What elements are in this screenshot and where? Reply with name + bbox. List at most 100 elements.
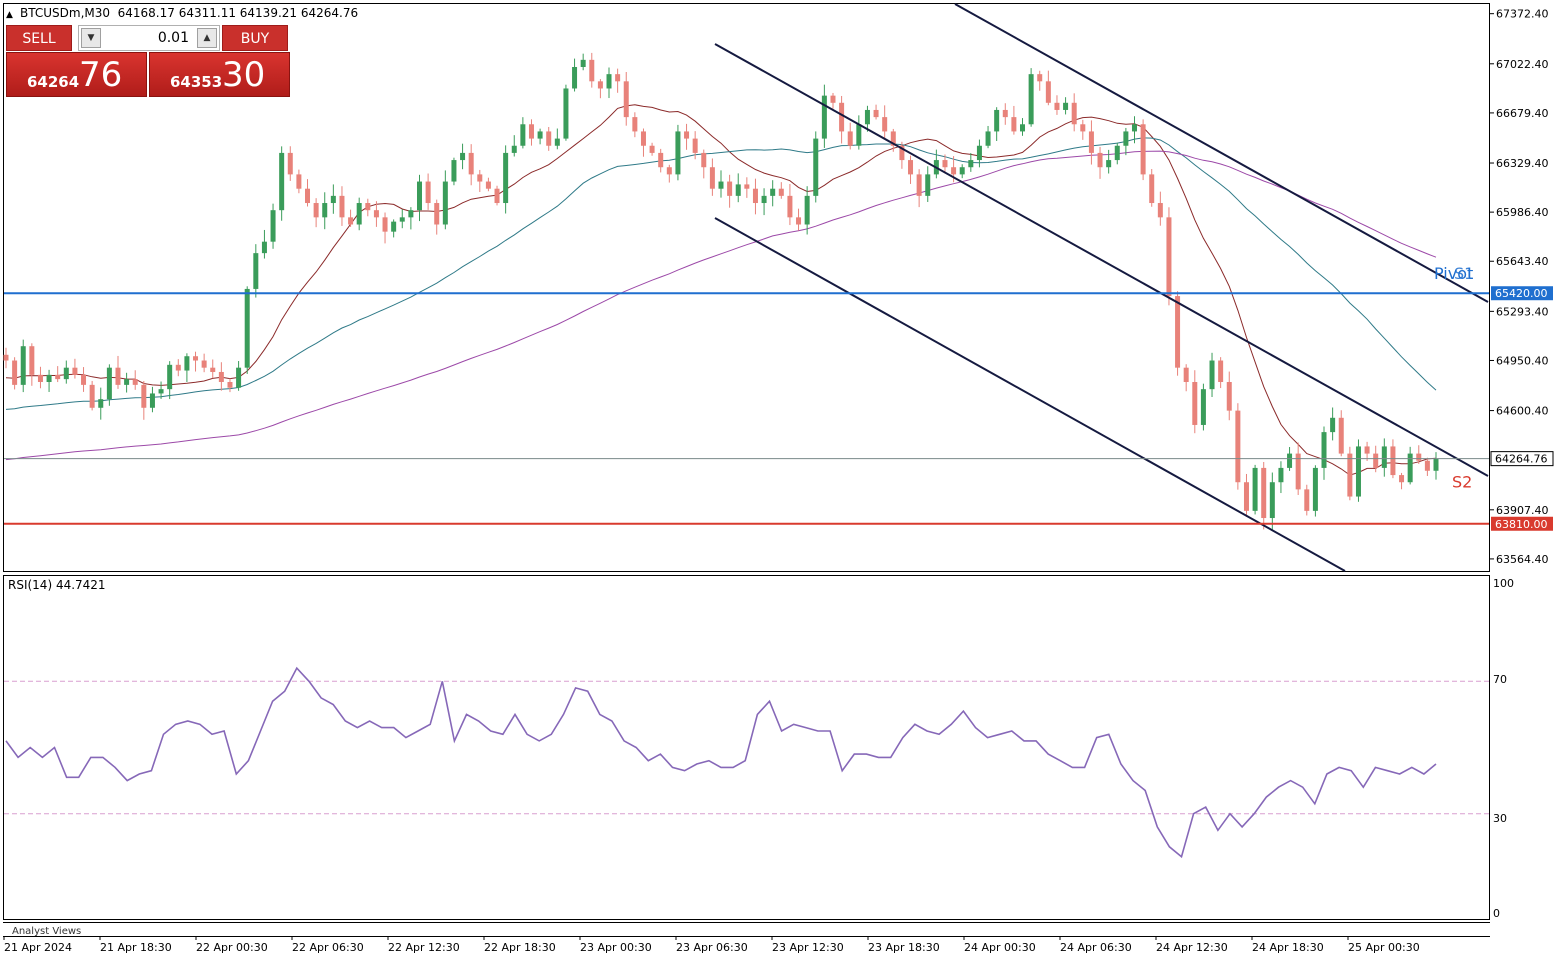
candle-bull [1381,446,1387,468]
candle-bull [124,379,130,385]
price-tick-label: 66329.40 [1496,157,1549,170]
candle-bear [597,81,603,89]
candle-bear [1054,102,1060,110]
candle-bull [735,184,741,196]
time-tick-label: 23 Apr 12:30 [772,941,844,954]
candle-bull [149,393,155,408]
candle-bear [175,364,181,371]
candle-bull [985,131,991,146]
candle-bear [434,203,440,225]
candle-bull [279,152,285,211]
sell-price-button[interactable]: 64264 76 [6,52,147,97]
candle-bull [864,109,870,125]
candle-bear [72,367,78,375]
time-tick-label: 22 Apr 18:30 [484,941,556,954]
chart-area: PivotS1S2 67372.4067022.4066679.4066329.… [3,3,1554,954]
rsi-level-70: 70 [1493,673,1507,686]
symbol-header: BTCUSDm,M30 64168.17 64311.11 64139.21 6… [20,6,358,20]
pivot-price-label: 65420.00 [1495,287,1548,300]
s1-tag: S1 [1454,264,1474,283]
candle-bear [752,188,758,204]
candle-bull [1269,482,1275,519]
candle-bull [184,356,190,371]
candle-bear [1364,446,1370,454]
candle-bear [1080,124,1086,132]
candle-bear [709,167,715,189]
volume-input[interactable] [105,28,193,48]
candle-bull [322,203,328,218]
candle-bear [1416,453,1422,461]
candle-bull [167,364,173,390]
candle-bear [485,181,491,189]
candle-bear [210,367,216,372]
candle-bear [666,167,672,175]
candle-bear [847,131,853,146]
candle-bear [132,379,138,385]
candle-bear [201,360,207,368]
candle-bull [968,160,974,168]
candle-bear [81,374,87,385]
volume-increase-icon[interactable]: ▲ [197,28,217,48]
price-tick-label: 63907.40 [1496,504,1549,517]
candle-bear [649,145,655,153]
candle-bear [744,184,750,189]
candle-bull [46,374,52,382]
candle-bear [1243,482,1249,511]
candle-bear [701,152,707,168]
candle-bear [951,167,957,175]
candle-bear [796,217,802,225]
candle-bear [1235,410,1241,483]
candle-bear [692,138,698,153]
candle-bear [1002,109,1008,118]
candle-bull [106,367,112,400]
s2-tag: S2 [1452,473,1472,492]
candle-bear [1175,296,1181,368]
candle-bull [1063,102,1069,110]
time-tick-label: 22 Apr 06:30 [292,941,364,954]
candle-bull [1028,74,1034,125]
buy-price-button[interactable]: 64353 30 [149,52,290,97]
candle-bull [1252,467,1258,511]
buy-price-small: 64353 [170,73,223,91]
candle-bull [253,253,259,289]
candle-bear [658,152,664,168]
candle-bull [270,210,276,242]
time-tick-label: 24 Apr 06:30 [1060,941,1132,954]
time-tick-label: 25 Apr 00:30 [1348,941,1420,954]
candle-bear [468,152,474,175]
candle-bear [1037,74,1043,82]
buy-button[interactable]: BUY [222,25,288,51]
candle-bull [770,188,776,196]
current-price-label: 64264.76 [1495,453,1548,466]
candle-bear [89,384,95,408]
candle-bull [606,74,612,89]
candle-bull [416,181,422,211]
candle-bear [1097,152,1103,168]
candle-bull [236,367,242,388]
sell-button[interactable]: SELL [6,25,72,51]
rsi-panel-frame [3,575,1490,920]
candle-bear [528,124,534,139]
candle-bear [382,217,388,232]
one-click-trading-panel: SELL ▼ ▲ BUY 64264 76 64353 30 [6,25,290,97]
candle-bear [632,117,638,132]
volume-decrease-icon[interactable]: ▼ [81,28,101,48]
candle-bear [425,181,431,204]
candle-bull [1106,160,1112,168]
candle-bull [1123,131,1129,146]
candle-bear [296,174,302,189]
candle-bull [718,181,724,189]
candle-bear [684,131,690,139]
candle-bull [1355,446,1361,497]
candle-bull [98,399,104,408]
time-tick-label: 24 Apr 18:30 [1252,941,1324,954]
candle-bear [1261,467,1267,519]
price-tick-label: 64600.40 [1496,405,1549,418]
candle-bull [158,389,164,394]
candle-bear [882,117,888,132]
candle-bear [115,367,121,385]
candle-bear [589,59,595,82]
candle-bull [675,131,681,175]
candle-bear [227,382,233,388]
candle-bull [1200,389,1206,425]
